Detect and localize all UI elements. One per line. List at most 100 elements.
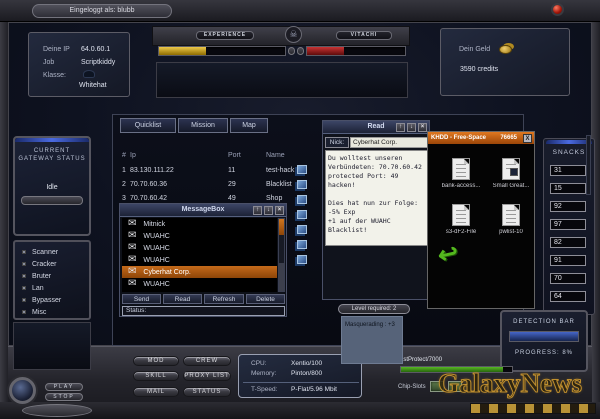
back-arrow-icon[interactable]: ↩: [435, 238, 461, 271]
snack-value[interactable]: 92: [550, 201, 586, 212]
detection-bar: [509, 331, 579, 342]
login-tab[interactable]: Eingeloggt als: blubb: [32, 4, 172, 18]
file-icon: [502, 158, 520, 180]
attachment-icon[interactable]: [297, 240, 307, 249]
menu-item-bruter[interactable]: Bruter: [15, 270, 89, 282]
message-item[interactable]: ✉ WUAHC: [122, 254, 277, 266]
khdd-free-space: 76665: [500, 135, 517, 141]
message-scrollbar[interactable]: [278, 218, 285, 292]
skull-icon: ☠: [285, 26, 302, 43]
snack-value[interactable]: 64: [550, 291, 586, 302]
messagebox-titlebar[interactable]: MessageBox ↑ ↓ ×: [120, 204, 286, 217]
protect-label: 1stProtect/7000: [400, 357, 443, 363]
col-header-name: Name: [266, 152, 285, 159]
message-item-selected[interactable]: ✉ Cyberhat Corp.: [122, 266, 277, 278]
power-button[interactable]: [551, 3, 564, 16]
envelope-icon: ✉: [128, 242, 137, 253]
mail-button[interactable]: MAIL: [133, 387, 179, 397]
read-title: Read: [367, 123, 385, 130]
refresh-button[interactable]: Refresh: [204, 294, 244, 304]
snack-value[interactable]: 15: [550, 183, 586, 194]
attachment-icon[interactable]: [297, 210, 307, 219]
col-header-ip: Ip: [130, 152, 136, 159]
detection-title: DETECTION BAR: [513, 319, 575, 325]
scroll-down-icon[interactable]: ↓: [264, 206, 273, 215]
scroll-up-icon[interactable]: ↑: [396, 123, 405, 132]
ip-value: 64.0.60.1: [81, 46, 111, 53]
khdd-titlebar[interactable]: KHDD - Free-Space 76665 X: [428, 132, 534, 144]
snack-value[interactable]: 97: [550, 219, 586, 230]
snack-value[interactable]: 70: [550, 273, 586, 284]
play-button[interactable]: PLAY: [45, 383, 83, 391]
message-sender: Cyberhat Corp.: [143, 268, 191, 276]
money-icon: [499, 45, 512, 54]
close-icon[interactable]: ×: [418, 123, 427, 132]
envelope-icon: ✉: [128, 218, 137, 229]
volume-knob[interactable]: [9, 377, 36, 404]
nick-field[interactable]: Cyberhat Corp.: [350, 137, 428, 148]
tools-menu: Scanner Cracker Bruter Lan Bypasser Misc: [13, 240, 91, 320]
snack-value[interactable]: 31: [550, 165, 586, 176]
level-required-pill: Level required: 2: [338, 304, 410, 314]
row-name: Shop: [266, 195, 283, 202]
right-scrollbar[interactable]: [586, 135, 591, 195]
row-index: 1: [122, 167, 126, 174]
class-label: Klasse:: [43, 72, 66, 79]
job-value: Scriptkiddy: [81, 59, 116, 66]
file-item[interactable]: s3-dF2-File: [436, 204, 486, 235]
send-button[interactable]: Send: [122, 294, 161, 304]
message-item[interactable]: ✉ WUAHC: [122, 242, 277, 254]
menu-item-lan[interactable]: Lan: [15, 282, 89, 294]
money-label: Dein Geld: [459, 46, 491, 53]
snack-value[interactable]: 82: [550, 237, 586, 248]
message-item[interactable]: ✉ WUAHC: [122, 230, 277, 242]
read-window: Read ↑ ↓ × Nick: Cyberhat Corp. Du wollt…: [322, 120, 430, 300]
attachment-icon[interactable]: [297, 180, 307, 189]
menu-label: Bruter: [32, 272, 52, 280]
bar-toggle-right[interactable]: [297, 47, 304, 55]
experience-label: EXPERIENCE: [196, 31, 254, 40]
class-icon: [83, 70, 95, 78]
menu-item-scanner[interactable]: Scanner: [15, 246, 89, 258]
read-titlebar[interactable]: Read ↑ ↓ ×: [323, 121, 429, 134]
khdd-window: KHDD - Free-Space 76665 X bank-access...…: [427, 131, 535, 309]
file-item[interactable]: Small Great...: [486, 158, 536, 189]
tab-quicklist[interactable]: Quicklist: [120, 118, 176, 133]
scroll-down-icon[interactable]: ↓: [407, 123, 416, 132]
stop-button[interactable]: STOP: [45, 393, 83, 401]
gateway-action-button[interactable]: [21, 196, 83, 205]
attachment-icon[interactable]: [297, 255, 307, 264]
menu-label: Cracker: [32, 260, 57, 268]
tab-map[interactable]: Map: [230, 118, 268, 133]
message-sender: WUAHC: [143, 232, 170, 240]
message-item[interactable]: ✉ WUAHC: [122, 278, 277, 290]
attachment-icon[interactable]: [297, 195, 307, 204]
file-item[interactable]: bank-access...: [436, 158, 486, 189]
proxy-list-button[interactable]: PROXY LIST: [183, 371, 231, 381]
scrollbar-section[interactable]: [279, 263, 284, 291]
scrollbar-thumb[interactable]: [279, 219, 284, 235]
file-item[interactable]: pwlist-10: [486, 204, 536, 235]
tab-mission[interactable]: Mission: [178, 118, 228, 133]
bar-toggle-left[interactable]: [288, 47, 295, 55]
mod-button[interactable]: MOD: [133, 356, 179, 366]
status-button[interactable]: STATUS: [183, 387, 231, 397]
attachment-icon[interactable]: [297, 225, 307, 234]
menu-item-cracker[interactable]: Cracker: [15, 258, 89, 270]
close-icon[interactable]: X: [523, 133, 532, 143]
menu-item-misc[interactable]: Misc: [15, 306, 89, 318]
crew-button[interactable]: CREW: [183, 356, 231, 366]
close-icon[interactable]: ×: [275, 206, 284, 215]
message-item[interactable]: ✉ Mitnick: [122, 218, 277, 230]
envelope-icon: ✉: [128, 266, 137, 277]
snack-value[interactable]: 91: [550, 255, 586, 266]
delete-button[interactable]: Delete: [246, 294, 285, 304]
scroll-up-icon[interactable]: ↑: [253, 206, 262, 215]
read-button[interactable]: Read: [163, 294, 202, 304]
skill-button[interactable]: SKILL: [133, 371, 179, 381]
bullet-icon: [22, 250, 26, 254]
attachment-icon[interactable]: [297, 165, 307, 174]
message-sender: WUAHC: [143, 280, 170, 288]
menu-item-bypasser[interactable]: Bypasser: [15, 294, 89, 306]
memory-label: Memory:: [251, 370, 277, 377]
